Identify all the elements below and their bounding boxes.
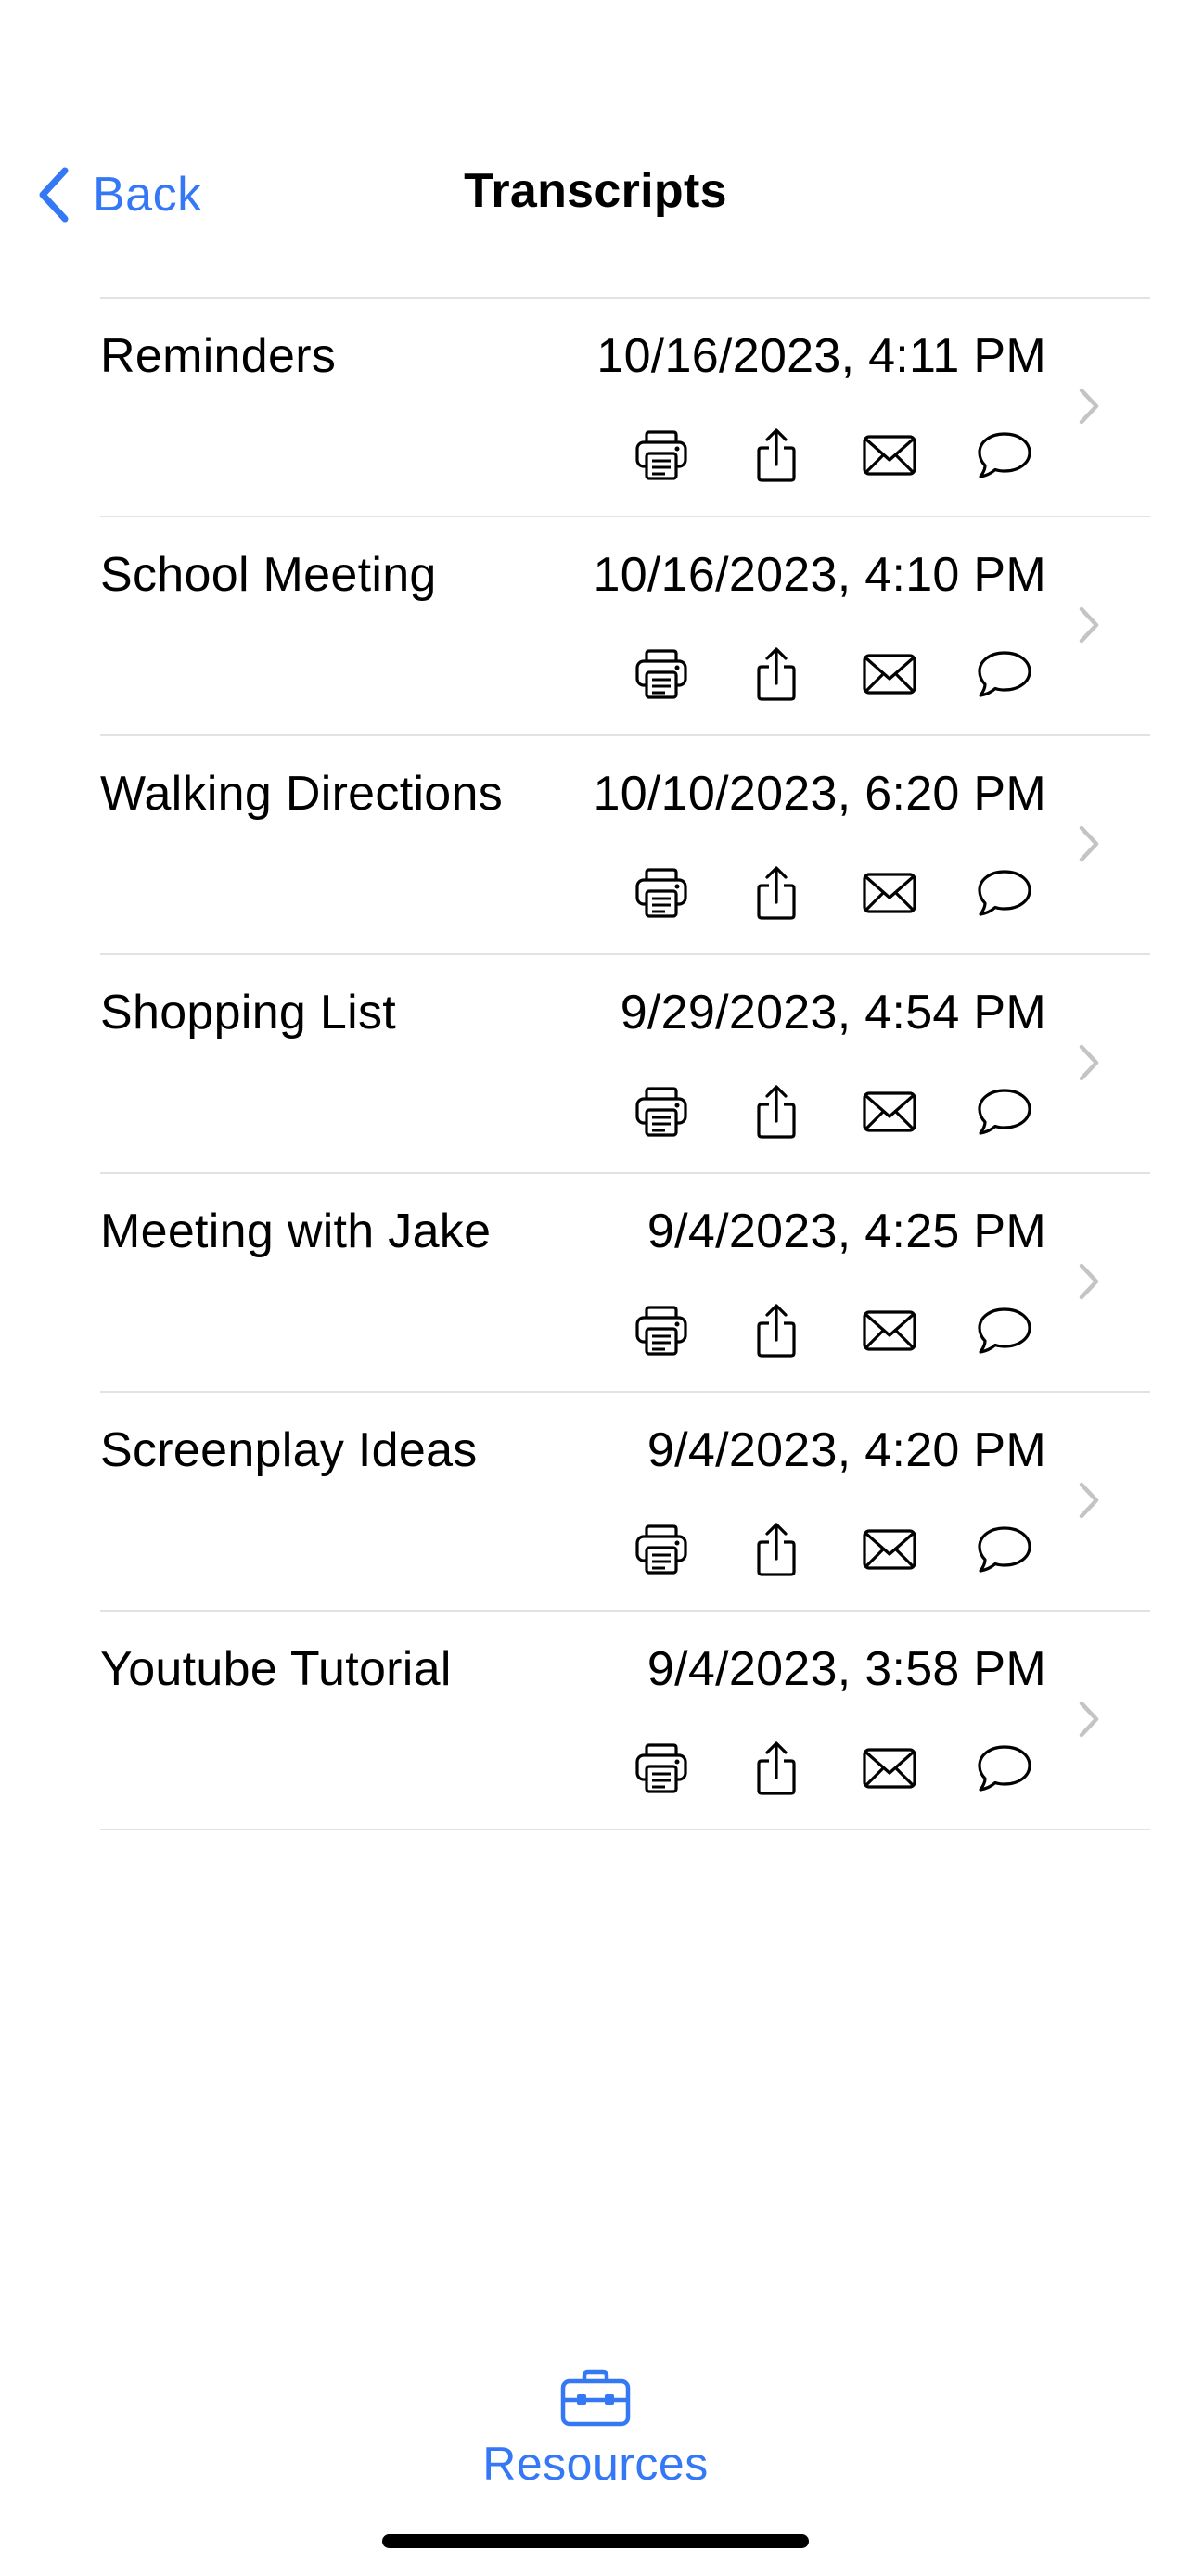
transcript-actions bbox=[629, 1519, 1046, 1584]
transcript-row[interactable]: Youtube Tutorial 9/4/2023, 3:58 PM bbox=[100, 1612, 1150, 1830]
navigation-bar: Back Transcripts bbox=[0, 139, 1191, 250]
transcript-actions bbox=[629, 1081, 1046, 1146]
chevron-right-icon bbox=[1076, 605, 1102, 645]
print-button[interactable] bbox=[629, 1081, 694, 1146]
mail-button[interactable] bbox=[857, 1300, 922, 1365]
print-button[interactable] bbox=[629, 644, 694, 708]
share-button[interactable] bbox=[744, 1081, 809, 1146]
print-button[interactable] bbox=[629, 862, 694, 927]
transcript-title: Meeting with Jake bbox=[100, 1205, 492, 1258]
transcript-row[interactable]: Screenplay Ideas 9/4/2023, 4:20 PM bbox=[100, 1393, 1150, 1612]
page-title: Transcripts bbox=[464, 164, 727, 218]
message-button[interactable] bbox=[972, 1519, 1037, 1584]
share-button[interactable] bbox=[744, 862, 809, 927]
chevron-right-icon bbox=[1076, 1261, 1102, 1302]
share-icon bbox=[753, 1522, 800, 1582]
message-button[interactable] bbox=[972, 425, 1037, 490]
transcript-row[interactable]: Shopping List 9/29/2023, 4:54 PM bbox=[100, 955, 1150, 1174]
message-bubble-icon bbox=[976, 1524, 1033, 1579]
transcript-date: 10/10/2023, 6:20 PM bbox=[593, 767, 1046, 821]
transcript-title: Youtube Tutorial bbox=[100, 1642, 452, 1696]
tab-resources-label: Resources bbox=[482, 2438, 709, 2490]
mail-icon bbox=[862, 872, 917, 919]
transcript-actions bbox=[629, 425, 1046, 490]
transcript-date: 9/4/2023, 4:25 PM bbox=[647, 1205, 1046, 1258]
transcript-title: Screenplay Ideas bbox=[100, 1423, 478, 1477]
briefcase-icon bbox=[560, 2368, 631, 2428]
transcript-actions bbox=[629, 644, 1046, 708]
chevron-right-icon bbox=[1076, 1699, 1102, 1740]
share-button[interactable] bbox=[744, 1738, 809, 1803]
transcript-title: Reminders bbox=[100, 329, 337, 383]
mail-button[interactable] bbox=[857, 425, 922, 490]
transcript-date: 9/29/2023, 4:54 PM bbox=[620, 986, 1046, 1039]
message-button[interactable] bbox=[972, 644, 1037, 708]
share-icon bbox=[753, 1084, 800, 1144]
transcript-actions bbox=[629, 1738, 1046, 1803]
share-button[interactable] bbox=[744, 1519, 809, 1584]
mail-icon bbox=[862, 434, 917, 481]
message-button[interactable] bbox=[972, 1300, 1037, 1365]
message-bubble-icon bbox=[976, 868, 1033, 923]
share-icon bbox=[753, 865, 800, 925]
transcript-date: 10/16/2023, 4:10 PM bbox=[593, 548, 1046, 602]
message-bubble-icon bbox=[976, 1087, 1033, 1141]
transcript-list: Reminders 10/16/2023, 4:11 PM School Mee… bbox=[100, 297, 1150, 1830]
transcript-date: 9/4/2023, 3:58 PM bbox=[647, 1642, 1046, 1696]
share-icon bbox=[753, 1741, 800, 1801]
message-bubble-icon bbox=[976, 430, 1033, 485]
printer-icon bbox=[634, 1742, 689, 1799]
transcript-date: 10/16/2023, 4:11 PM bbox=[596, 329, 1046, 383]
message-button[interactable] bbox=[972, 862, 1037, 927]
print-button[interactable] bbox=[629, 425, 694, 490]
mail-icon bbox=[862, 1090, 917, 1138]
tab-bar: Resources bbox=[0, 2346, 1191, 2494]
message-button[interactable] bbox=[972, 1738, 1037, 1803]
tab-resources[interactable]: Resources bbox=[464, 2346, 727, 2494]
print-button[interactable] bbox=[629, 1519, 694, 1584]
printer-icon bbox=[634, 648, 689, 705]
mail-button[interactable] bbox=[857, 1738, 922, 1803]
message-bubble-icon bbox=[976, 1306, 1033, 1360]
share-icon bbox=[753, 427, 800, 488]
transcript-row[interactable]: Walking Directions 10/10/2023, 6:20 PM bbox=[100, 736, 1150, 955]
printer-icon bbox=[634, 1305, 689, 1361]
share-button[interactable] bbox=[744, 1300, 809, 1365]
share-button[interactable] bbox=[744, 644, 809, 708]
share-button[interactable] bbox=[744, 425, 809, 490]
mail-icon bbox=[862, 1528, 917, 1575]
chevron-right-icon bbox=[1076, 1480, 1102, 1521]
transcript-title: School Meeting bbox=[100, 548, 437, 602]
transcript-row[interactable]: Reminders 10/16/2023, 4:11 PM bbox=[100, 299, 1150, 517]
chevron-right-icon bbox=[1076, 1042, 1102, 1083]
transcript-title: Shopping List bbox=[100, 986, 397, 1039]
mail-icon bbox=[862, 1309, 917, 1357]
mail-button[interactable] bbox=[857, 1081, 922, 1146]
chevron-right-icon bbox=[1076, 823, 1102, 864]
transcript-date: 9/4/2023, 4:20 PM bbox=[647, 1423, 1046, 1477]
share-icon bbox=[753, 646, 800, 707]
chevron-right-icon bbox=[1076, 386, 1102, 427]
mail-icon bbox=[862, 1747, 917, 1794]
printer-icon bbox=[634, 429, 689, 486]
mail-button[interactable] bbox=[857, 862, 922, 927]
message-bubble-icon bbox=[976, 1743, 1033, 1798]
message-bubble-icon bbox=[976, 649, 1033, 704]
mail-button[interactable] bbox=[857, 1519, 922, 1584]
transcript-actions bbox=[629, 862, 1046, 927]
transcript-row[interactable]: Meeting with Jake 9/4/2023, 4:25 PM bbox=[100, 1174, 1150, 1393]
print-button[interactable] bbox=[629, 1738, 694, 1803]
print-button[interactable] bbox=[629, 1300, 694, 1365]
share-icon bbox=[753, 1303, 800, 1363]
printer-icon bbox=[634, 1524, 689, 1580]
message-button[interactable] bbox=[972, 1081, 1037, 1146]
transcript-actions bbox=[629, 1300, 1046, 1365]
transcript-row[interactable]: School Meeting 10/16/2023, 4:10 PM bbox=[100, 517, 1150, 736]
mail-icon bbox=[862, 653, 917, 700]
transcript-title: Walking Directions bbox=[100, 767, 504, 821]
home-indicator bbox=[382, 2534, 809, 2548]
mail-button[interactable] bbox=[857, 644, 922, 708]
printer-icon bbox=[634, 1086, 689, 1142]
printer-icon bbox=[634, 867, 689, 924]
